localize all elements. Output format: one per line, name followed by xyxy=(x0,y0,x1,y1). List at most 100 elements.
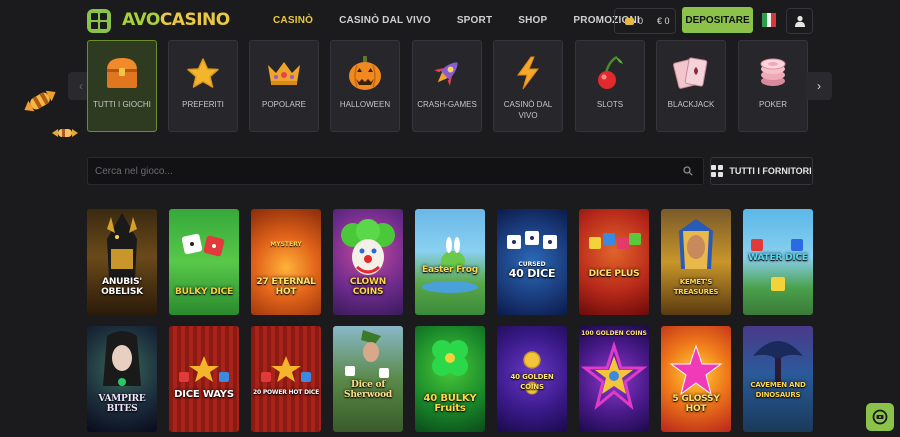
game-title: KEMET'S TREASURES xyxy=(673,278,719,296)
game-subtitle: MYSTERY xyxy=(270,241,302,248)
game-tile[interactable]: MYSTERY 27 ETERNAL HOT xyxy=(251,209,321,315)
candy-decoration-icon xyxy=(52,129,78,137)
game-tile[interactable]: 20 POWER HOT DICE xyxy=(251,326,321,432)
game-tile[interactable]: KEMET'S TREASURES xyxy=(661,209,731,315)
game-title: Easter Frog xyxy=(422,265,478,275)
vampire-artwork xyxy=(103,331,141,386)
game-tile[interactable]: ANUBIS' OBELISK xyxy=(87,209,157,315)
category-label: PREFERITI xyxy=(182,100,224,109)
category-live-casino[interactable]: CASINÒ DAL VIVO xyxy=(493,40,563,132)
game-title: WATER DICE xyxy=(748,253,808,263)
game-title: 40 GOLDEN COINS xyxy=(510,373,554,391)
game-tile[interactable]: 40 BULKY Fruits xyxy=(415,326,485,432)
user-profile-button[interactable] xyxy=(786,8,813,34)
all-providers-button[interactable]: TUTTI I FORNITORI xyxy=(710,157,813,185)
category-crash-games[interactable]: CRASH-GAMES xyxy=(412,40,482,132)
cherry-icon xyxy=(576,53,644,93)
star-dice-artwork xyxy=(261,356,311,382)
clown-artwork xyxy=(341,219,395,275)
game-tile[interactable]: 100 GOLDEN COINS xyxy=(579,326,649,432)
wallet-display[interactable]: 0 € 0 xyxy=(614,8,676,34)
game-tile[interactable]: Easter Frog xyxy=(415,209,485,315)
game-title: BULKY DICE xyxy=(174,287,234,297)
chat-icon xyxy=(872,409,888,425)
category-label: HALLOWEEN xyxy=(339,100,391,109)
italy-flag-icon[interactable] xyxy=(762,13,777,27)
dice-artwork xyxy=(589,233,641,249)
menu-grid-icon[interactable] xyxy=(87,9,111,33)
game-tile[interactable]: WATER DICE xyxy=(743,209,813,315)
star-artwork xyxy=(669,344,723,396)
dinosaur-artwork xyxy=(753,341,803,388)
treasure-chest-icon xyxy=(88,53,156,93)
game-tile[interactable]: CURSED 40 DICE xyxy=(497,209,567,315)
game-tile[interactable]: DICE WAYS xyxy=(169,326,239,432)
category-slots[interactable]: SLOTS xyxy=(575,40,645,132)
game-title: 5 GLOSSY HOT xyxy=(672,394,720,414)
category-label: BLACKJACK xyxy=(667,100,715,109)
robin-hood-artwork xyxy=(345,330,389,378)
grid-icon xyxy=(711,165,724,177)
nav-casino[interactable]: CASINÒ xyxy=(273,15,313,26)
category-halloween[interactable]: HALLOWEEN xyxy=(330,40,400,132)
anubis-artwork xyxy=(107,213,137,279)
game-tile[interactable]: DICE PLUS xyxy=(579,209,649,315)
game-title: CLOWN COINS xyxy=(349,277,387,297)
star-icon xyxy=(169,53,237,93)
star-artwork xyxy=(580,341,648,411)
clover-artwork xyxy=(432,340,468,376)
user-icon xyxy=(794,15,805,27)
category-favorites[interactable]: PREFERITI xyxy=(168,40,238,132)
game-title: 20 POWER HOT DICE xyxy=(253,389,319,396)
candy-decoration-icon xyxy=(24,90,56,112)
main-nav: CASINÒ CASINÒ DAL VIVO SPORT SHOP PROMOZ… xyxy=(273,15,666,26)
logo-part2: CASINO xyxy=(159,10,230,30)
category-label: POPOLARE xyxy=(261,100,306,109)
euro-balance: € 0 xyxy=(657,16,670,26)
game-tile[interactable]: Dice of Sherwood xyxy=(333,326,403,432)
game-title: DICE WAYS xyxy=(174,389,234,400)
categories-next-button[interactable]: › xyxy=(806,72,832,100)
category-popular[interactable]: POPOLARE xyxy=(249,40,319,132)
category-poker[interactable]: POKER xyxy=(738,40,808,132)
game-subtitle: 100 GOLDEN COINS xyxy=(581,330,647,337)
game-tile[interactable]: BULKY DICE xyxy=(169,209,239,315)
crown-icon xyxy=(250,53,318,93)
category-label: POKER xyxy=(758,100,787,109)
pumpkin-icon xyxy=(331,53,399,93)
game-title: CAVEMEN AND DINOSAURS xyxy=(750,381,806,399)
logo-part1: AVO xyxy=(122,10,160,30)
category-label: TUTTI I GIOCHI xyxy=(93,100,151,109)
game-search xyxy=(87,157,704,185)
cards-icon xyxy=(657,53,725,93)
search-icon[interactable] xyxy=(683,166,693,176)
top-header: AVOCASINO CASINÒ CASINÒ DAL VIVO SPORT S… xyxy=(0,0,900,40)
poker-chip-icon xyxy=(739,53,807,93)
star-dice-artwork xyxy=(179,356,229,382)
nav-sport[interactable]: SPORT xyxy=(457,15,492,26)
game-title: Dice of Sherwood xyxy=(344,380,392,400)
game-title: 27 ETERNAL HOT xyxy=(256,277,316,297)
deposit-button[interactable]: DEPOSITARE xyxy=(682,7,753,33)
casino-logo[interactable]: AVOCASINO xyxy=(122,10,230,30)
category-blackjack[interactable]: BLACKJACK xyxy=(656,40,726,132)
dice-artwork xyxy=(181,233,225,257)
game-title: VAMPIRE BITES xyxy=(98,394,146,414)
search-input[interactable] xyxy=(88,158,668,184)
pharaoh-artwork xyxy=(679,219,713,269)
game-tile[interactable]: CLOWN COINS xyxy=(333,209,403,315)
game-title: ANUBIS' OBELISK xyxy=(101,277,143,297)
coin-icon xyxy=(625,17,634,25)
chat-support-button[interactable] xyxy=(866,403,894,431)
category-label: CRASH-GAMES xyxy=(417,100,477,109)
game-tile[interactable]: 40 GOLDEN COINS xyxy=(497,326,567,432)
lightning-icon xyxy=(494,53,562,93)
frog-artwork xyxy=(422,237,478,293)
game-title: 40 DICE xyxy=(508,267,556,280)
game-tile[interactable]: CAVEMEN AND DINOSAURS xyxy=(743,326,813,432)
category-all-games[interactable]: TUTTI I GIOCHI xyxy=(87,40,157,132)
game-tile[interactable]: 5 GLOSSY HOT xyxy=(661,326,731,432)
nav-live-casino[interactable]: CASINÒ DAL VIVO xyxy=(339,15,431,26)
game-tile[interactable]: VAMPIRE BITES xyxy=(87,326,157,432)
nav-shop[interactable]: SHOP xyxy=(518,15,547,26)
